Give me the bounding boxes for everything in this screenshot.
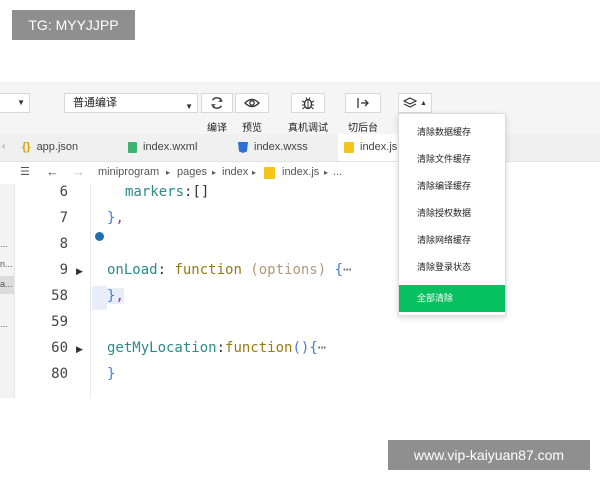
chevron-right-icon: ▸	[324, 168, 329, 177]
fold-arrow-icon[interactable]: ▶	[76, 344, 83, 355]
tab-label: app.json	[36, 141, 79, 153]
line-highlight	[92, 286, 107, 310]
switch-background-label: 切后台	[348, 123, 378, 134]
bug-icon	[301, 97, 315, 110]
compile-mode-value: 普通编译	[73, 97, 117, 109]
braces-icon: {}	[22, 141, 31, 153]
code-line[interactable]: },	[107, 288, 124, 304]
line-gutter: 6 7 8 9 ▶ 58 59 60 ▶ 80	[15, 184, 104, 398]
back-icon[interactable]: ←	[46, 164, 59, 179]
project-select[interactable]: ▼	[0, 93, 30, 113]
menu-item-clear-login-state[interactable]: 清除登录状态	[399, 254, 505, 281]
tab-label: index.wxss	[254, 141, 308, 153]
indent-guide	[90, 184, 91, 398]
switch-background-button[interactable]	[345, 93, 381, 113]
css3-icon	[238, 142, 248, 153]
line-number: 60	[51, 340, 68, 356]
sidebar-fragment[interactable]: a...	[0, 279, 13, 289]
line-number: 9	[59, 262, 68, 278]
menu-item-clear-compile-cache[interactable]: 清除编译缓存	[399, 173, 505, 200]
tab-app-json[interactable]: {} app.json	[22, 134, 78, 161]
devtools-window: ▼ 普通编译 ▼ 编译 预览 真机调试 切后台 ▲ ‹ {} app.json …	[0, 82, 600, 398]
remote-debug-button[interactable]	[291, 93, 325, 113]
breakpoint-icon[interactable]	[95, 232, 104, 241]
layers-icon	[403, 97, 418, 108]
caret-up-icon: ▲	[420, 99, 427, 107]
tab-label: index.js	[360, 141, 398, 153]
clear-cache-menu: 清除数据缓存 清除文件缓存 清除编译缓存 清除授权数据 清除网络缓存 清除登录状…	[398, 113, 506, 316]
wxml-file-icon	[128, 142, 137, 153]
chevron-right-icon: ▸	[166, 168, 171, 177]
file-tree-sidebar: ... n... a... ...	[0, 184, 15, 398]
tab-index-wxss[interactable]: index.wxss	[238, 134, 308, 161]
clear-cache-button[interactable]: ▲	[398, 93, 432, 113]
tab-index-wxml[interactable]: index.wxml	[128, 134, 197, 161]
refresh-icon	[211, 97, 223, 109]
code-line[interactable]: }	[107, 366, 115, 382]
editor-tabs: ‹ {} app.json index.wxml index.wxss inde…	[0, 134, 600, 162]
code-line[interactable]: onLoad: function (options) {⋯	[107, 262, 351, 278]
list-icon[interactable]: ☰	[20, 165, 30, 178]
code-line[interactable]: },	[107, 210, 124, 226]
js-file-icon	[344, 142, 354, 153]
fold-arrow-icon[interactable]: ▶	[76, 266, 83, 277]
tab-index-js[interactable]: index.js	[338, 134, 400, 161]
breadcrumb-item[interactable]: miniprogram	[98, 166, 159, 178]
line-number: 6	[59, 184, 68, 200]
compile-mode-select[interactable]: 普通编译 ▼	[64, 93, 198, 113]
line-number: 80	[51, 366, 68, 382]
watermark-top-left: TG: MYYJJPP	[12, 10, 135, 40]
chevron-right-icon: ▸	[252, 168, 257, 177]
breadcrumb-item[interactable]: pages	[177, 166, 207, 178]
line-number: 7	[59, 210, 68, 226]
breadcrumb-item[interactable]: index	[222, 166, 248, 178]
compile-label: 编译	[207, 123, 227, 134]
tab-label: index.wxml	[143, 141, 198, 153]
forward-icon[interactable]: →	[72, 164, 85, 179]
remote-debug-label: 真机调试	[288, 123, 328, 134]
caret-down-icon: ▼	[185, 102, 193, 111]
preview-button[interactable]	[235, 93, 269, 113]
eye-icon	[244, 98, 260, 108]
caret-down-icon: ▼	[17, 98, 25, 107]
line-number: 59	[51, 314, 68, 330]
chevron-right-icon: ▸	[212, 168, 217, 177]
breadcrumb-item[interactable]: index.js	[282, 166, 319, 178]
breadcrumb: ☰ ← → miniprogram ▸ pages ▸ index ▸ inde…	[0, 162, 600, 184]
js-file-icon	[264, 167, 275, 179]
preview-label: 预览	[242, 123, 262, 134]
compile-button[interactable]	[201, 93, 233, 113]
code-line[interactable]: getMyLocation:function(){⋯	[107, 340, 326, 356]
menu-item-clear-data-cache[interactable]: 清除数据缓存	[399, 119, 505, 146]
breadcrumb-item[interactable]: ...	[333, 166, 342, 178]
sidebar-fragment[interactable]: ...	[0, 239, 8, 249]
toolbar: ▼ 普通编译 ▼ 编译 预览 真机调试 切后台 ▲	[0, 82, 600, 134]
sidebar-fragment[interactable]: n...	[0, 259, 13, 269]
code-line[interactable]: markers:[]	[125, 184, 209, 200]
switch-icon	[357, 98, 369, 108]
menu-item-clear-network-cache[interactable]: 清除网络缓存	[399, 227, 505, 254]
menu-item-clear-auth-data[interactable]: 清除授权数据	[399, 200, 505, 227]
watermark-bottom-right: www.vip-kaiyuan87.com	[388, 440, 590, 470]
line-number: 58	[51, 288, 68, 304]
chevron-left-icon[interactable]: ‹	[2, 141, 5, 152]
menu-item-clear-all[interactable]: 全部清除	[399, 285, 505, 312]
menu-item-clear-file-cache[interactable]: 清除文件缓存	[399, 146, 505, 173]
line-number: 8	[59, 236, 68, 252]
sidebar-fragment[interactable]: ...	[0, 319, 8, 329]
